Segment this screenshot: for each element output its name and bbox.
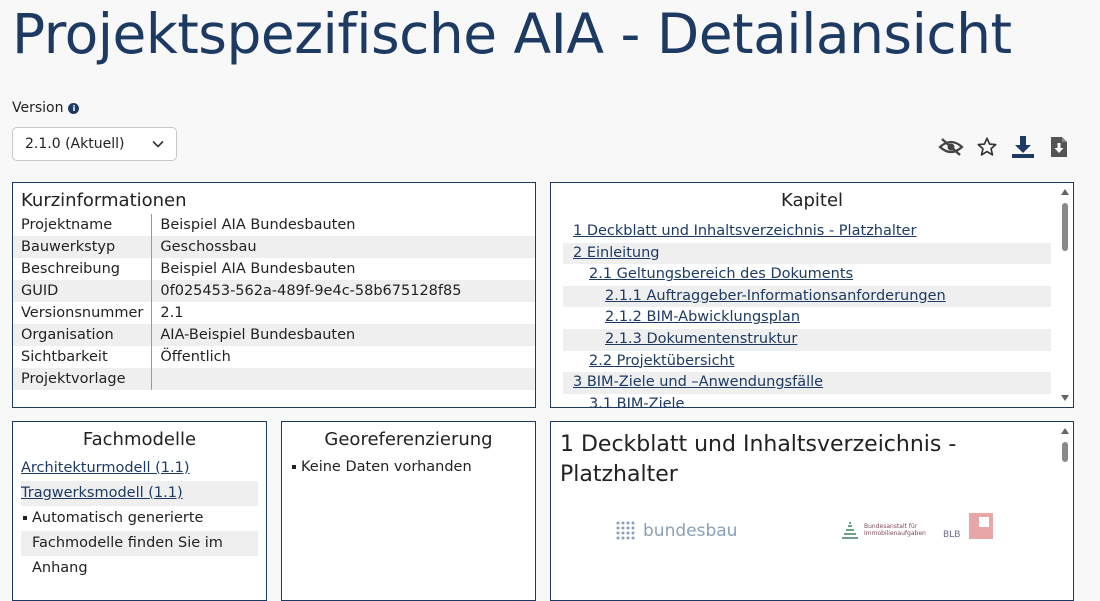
scroll-up-icon[interactable] (1061, 428, 1069, 434)
scroll-down-icon[interactable] (1061, 395, 1069, 401)
scroll-thumb[interactable] (1062, 203, 1068, 251)
kapitel-panel: Kapitel 1 Deckblatt und Inhaltsverzeichn… (550, 182, 1074, 408)
geo-empty-text: Keine Daten vorhanden (301, 459, 472, 475)
info-key: GUID (13, 280, 153, 302)
chapter-link[interactable]: 2.1.2 BIM-Abwicklungsplan (563, 307, 1051, 329)
info-key: Projektvorlage (13, 368, 153, 390)
chapter-link[interactable]: 2.1.1 Auftraggeber-Informationsanforderu… (563, 285, 1051, 308)
download-button[interactable] (1010, 134, 1036, 160)
fachmodelle-panel: Fachmodelle Architekturmodell (1.1) Trag… (12, 421, 267, 601)
version-label-text: Version (12, 100, 64, 116)
chapter-link[interactable]: 3 BIM-Ziele und –Anwendungsfälle (563, 372, 1051, 394)
fachmodelle-note: Anhang (32, 560, 88, 576)
table-row: Sichtbarkeit Öffentlich (13, 346, 535, 368)
table-row: Beschreibung Beispiel AIA Bundesbauten (13, 258, 535, 280)
eye-slash-icon (938, 138, 964, 156)
info-key: Sichtbarkeit (13, 346, 153, 368)
info-value: Geschossbau (151, 236, 535, 258)
fachmodell-link[interactable]: Architekturmodell (1.1) (21, 460, 190, 476)
info-value: Beispiel AIA Bundesbauten (160, 217, 356, 233)
page-title: Projektspezifische AIA - Detailansicht (12, 2, 1012, 66)
blb-logo: BLB (943, 513, 993, 540)
info-value: 0f025453-562a-489f-9e4c-58b675128f85 (151, 280, 535, 302)
kapitel-scrollbar[interactable] (1059, 187, 1071, 403)
table-row: Projektname Beispiel AIA Bundesbauten (13, 214, 535, 236)
info-key: Bauwerkstyp (13, 236, 153, 258)
file-download-icon (1051, 137, 1067, 157)
bima-logo: Bundesanstalt für Immobilienaufgaben (841, 520, 926, 540)
kurzinformationen-title: Kurzinformationen (21, 190, 187, 211)
fachmodelle-title: Fachmodelle (82, 429, 197, 450)
info-value: Öffentlich (160, 349, 231, 365)
scroll-up-icon[interactable] (1061, 189, 1069, 195)
table-row: Organisation AIA-Beispiel Bundesbauten (13, 324, 535, 346)
chapter-link[interactable]: 3.1 BIM-Ziele (563, 394, 1051, 407)
version-select-value: 2.1.0 (Aktuell) (25, 136, 125, 152)
table-row: GUID 0f025453-562a-489f-9e4c-58b675128f85 (13, 280, 535, 302)
chapter-heading: 1 Deckblatt und Inhaltsverzeichnis - Pla… (560, 432, 957, 487)
kurzinformationen-table: Projektname Beispiel AIA Bundesbauten Bau… (13, 214, 535, 390)
star-icon (977, 137, 997, 156)
info-key: Beschreibung (13, 258, 153, 280)
list-item: Keine Daten vorhanden (282, 456, 535, 478)
georeferenzierung-title: Georeferenzierung (324, 429, 493, 450)
bima-text: Immobilienaufgaben (864, 530, 926, 537)
bundesbau-dots-icon (616, 521, 635, 540)
content-scrollbar[interactable] (1059, 426, 1071, 596)
info-value: Beispiel AIA Bundesbauten (160, 261, 356, 277)
bullet-icon (292, 465, 296, 469)
chapter-link[interactable]: 2 Einleitung (563, 242, 1051, 265)
table-row: Projektvorlage (13, 368, 535, 390)
list-item: Tragwerksmodell (1.1) (21, 481, 258, 506)
list-item: Anhang (21, 556, 258, 581)
chapter-link[interactable]: 1 Deckblatt und Inhaltsverzeichnis - Pla… (563, 221, 1051, 243)
table-row: Versionsnummer 2.1 (13, 302, 535, 324)
chapter-link[interactable]: 2.1 Geltungsbereich des Dokuments (563, 264, 1051, 286)
hide-button[interactable] (938, 134, 964, 160)
chapter-list[interactable]: 1 Deckblatt und Inhaltsverzeichnis - Pla… (563, 221, 1051, 407)
toolbar (938, 134, 1072, 160)
favorite-button[interactable] (974, 134, 1000, 160)
bundesbau-logo: bundesbau (615, 520, 737, 542)
list-item: Fachmodelle finden Sie im (21, 531, 258, 556)
georeferenzierung-panel: Georeferenzierung Keine Daten vorhanden (281, 421, 536, 601)
chevron-down-icon (152, 140, 164, 148)
fachmodelle-note: Fachmodelle finden Sie im (32, 535, 223, 551)
chapter-link[interactable]: 2.1.3 Dokumentenstruktur (563, 328, 1051, 351)
fachmodell-link[interactable]: Tragwerksmodell (1.1) (21, 485, 183, 501)
info-value (151, 368, 535, 390)
kurzinformationen-panel: Kurzinformationen Projektname Beispiel AI… (12, 182, 536, 408)
file-download-button[interactable] (1046, 134, 1072, 160)
version-select[interactable]: 2.1.0 (Aktuell) (12, 127, 177, 161)
info-key: Versionsnummer (13, 302, 153, 324)
chapter-content-panel: 1 Deckblatt und Inhaltsverzeichnis - Pla… (550, 421, 1074, 601)
logos: bundesbau Bundesanstalt für Immobilienau… (551, 510, 1051, 560)
list-item: Automatisch generierte (21, 506, 258, 531)
fachmodelle-list: Architekturmodell (1.1) Tragwerksmodell … (13, 456, 266, 581)
fachmodelle-note: Automatisch generierte (32, 510, 204, 526)
bima-text: Bundesanstalt für (864, 523, 918, 530)
download-icon (1012, 136, 1034, 158)
table-row: Bauwerkstyp Geschossbau (13, 236, 535, 258)
info-value: AIA-Beispiel Bundesbauten (151, 324, 535, 346)
info-icon[interactable]: i (68, 102, 80, 114)
info-key: Organisation (13, 324, 153, 346)
list-item: Architekturmodell (1.1) (21, 456, 258, 481)
scroll-thumb[interactable] (1062, 442, 1068, 462)
info-key: Projektname (13, 214, 153, 236)
version-label: Version i (12, 100, 80, 116)
chapter-link[interactable]: 2.2 Projektübersicht (563, 351, 1051, 373)
bullet-icon (23, 516, 27, 520)
blb-text: BLB (943, 530, 960, 540)
info-value: 2.1 (160, 305, 184, 321)
bima-emblem-icon (842, 522, 858, 539)
kapitel-title: Kapitel (780, 190, 844, 211)
bundesbau-text: bundesbau (643, 521, 738, 541)
